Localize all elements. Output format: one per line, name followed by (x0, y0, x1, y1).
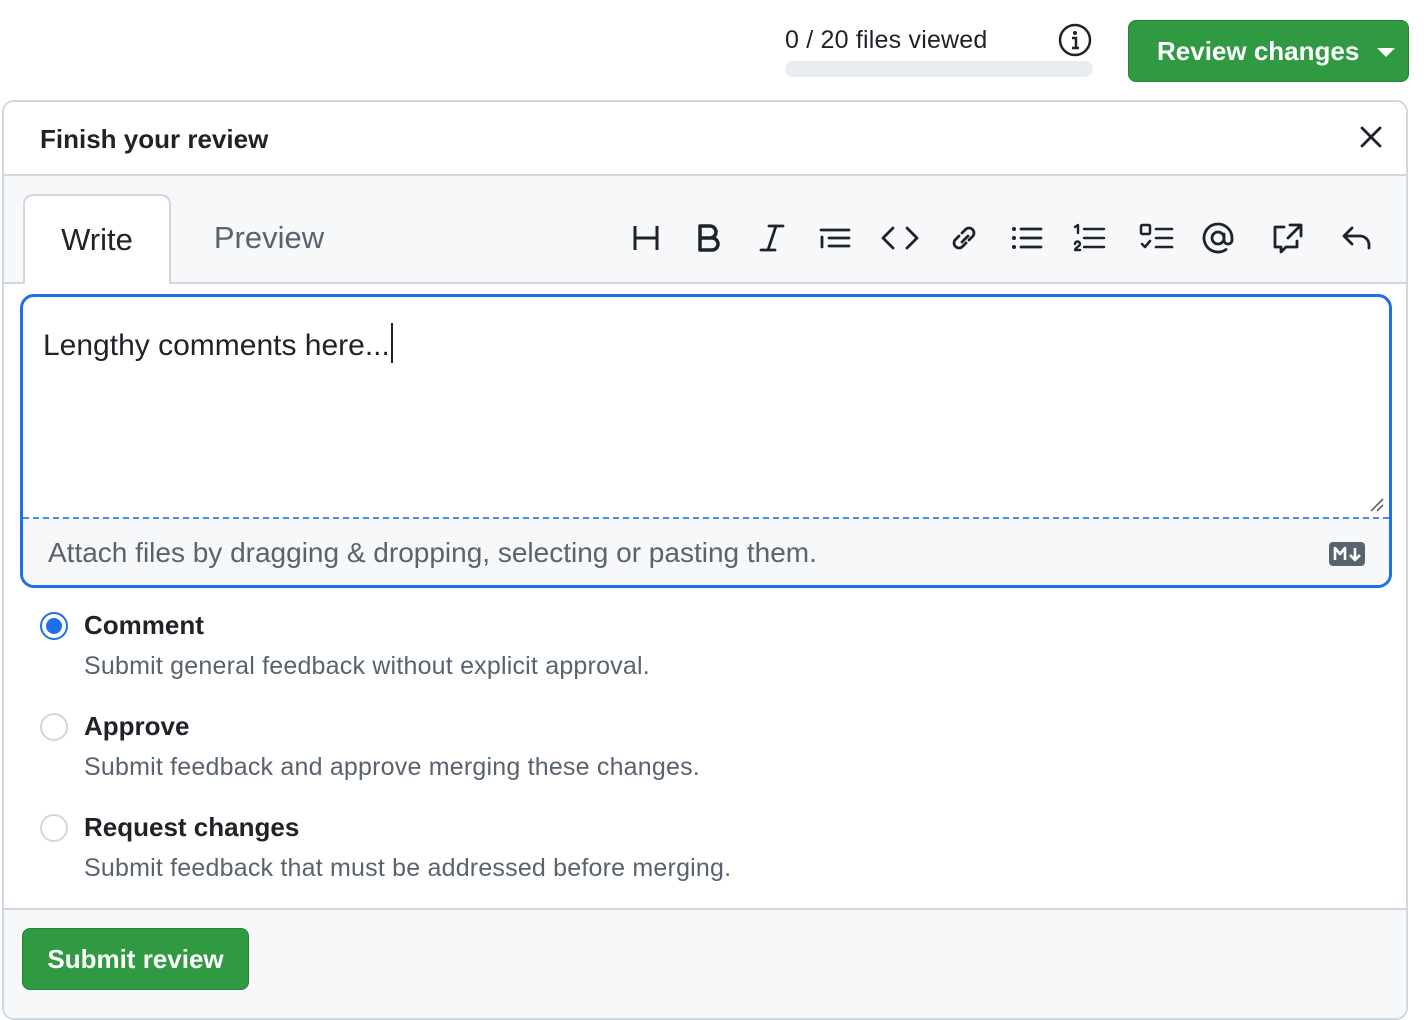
tab-write[interactable]: Write (23, 194, 171, 284)
panel-title: Finish your review (40, 124, 269, 154)
cross-reference-icon[interactable] (1266, 216, 1310, 260)
caret-down-icon (1377, 48, 1396, 57)
attach-files-bar[interactable]: Attach files by dragging & dropping, sel… (23, 517, 1389, 585)
radio-comment[interactable] (40, 612, 68, 640)
editor-tab-bar: Write Preview (4, 176, 1406, 284)
markdown-icon[interactable] (1329, 541, 1365, 566)
bold-icon[interactable] (687, 216, 731, 260)
option-description: Submit general feedback without explicit… (84, 652, 650, 680)
radio-approve[interactable] (40, 713, 68, 741)
resize-grip-icon[interactable] (1367, 495, 1385, 513)
quote-icon[interactable] (813, 216, 857, 260)
review-changes-label: Review changes (1157, 35, 1360, 66)
link-icon[interactable] (942, 216, 986, 260)
task-list-icon[interactable] (1135, 216, 1179, 260)
bulleted-list-icon[interactable] (1005, 216, 1049, 260)
heading-icon[interactable] (624, 216, 668, 260)
option-description: Submit feedback and approve merging thes… (84, 753, 700, 781)
files-viewed-progress: 0 / 20 files viewed (785, 26, 1093, 77)
numbered-list-icon[interactable] (1068, 216, 1112, 260)
mention-icon[interactable] (1196, 216, 1240, 260)
text-cursor (390, 323, 393, 363)
option-label: Request changes (84, 812, 300, 842)
close-icon[interactable] (1356, 122, 1386, 152)
option-description: Submit feedback that must be addressed b… (84, 854, 732, 882)
panel-footer: Submit review (4, 908, 1406, 1018)
italic-icon[interactable] (750, 216, 794, 260)
attach-files-text: Attach files by dragging & dropping, sel… (48, 537, 817, 568)
tab-preview[interactable]: Preview (194, 194, 344, 282)
files-viewed-progress-bar (785, 61, 1093, 77)
code-icon[interactable] (878, 216, 922, 260)
finish-review-panel: Finish your review Write Preview Lengthy… (2, 100, 1408, 1020)
comment-textarea[interactable]: Lengthy comments here... (23, 297, 1389, 517)
panel-header: Finish your review (4, 102, 1406, 176)
files-viewed-text: 0 / 20 files viewed (785, 26, 988, 54)
radio-request-changes[interactable] (40, 814, 68, 842)
review-changes-button[interactable]: Review changes (1128, 20, 1409, 82)
info-icon[interactable] (1057, 22, 1093, 58)
submit-review-button[interactable]: Submit review (22, 928, 249, 990)
comment-textbox: Lengthy comments here... Attach files by… (20, 294, 1392, 588)
option-label: Comment (84, 610, 204, 640)
undo-icon[interactable] (1336, 216, 1380, 260)
comment-text: Lengthy comments here... (43, 329, 390, 362)
option-label: Approve (84, 711, 190, 741)
